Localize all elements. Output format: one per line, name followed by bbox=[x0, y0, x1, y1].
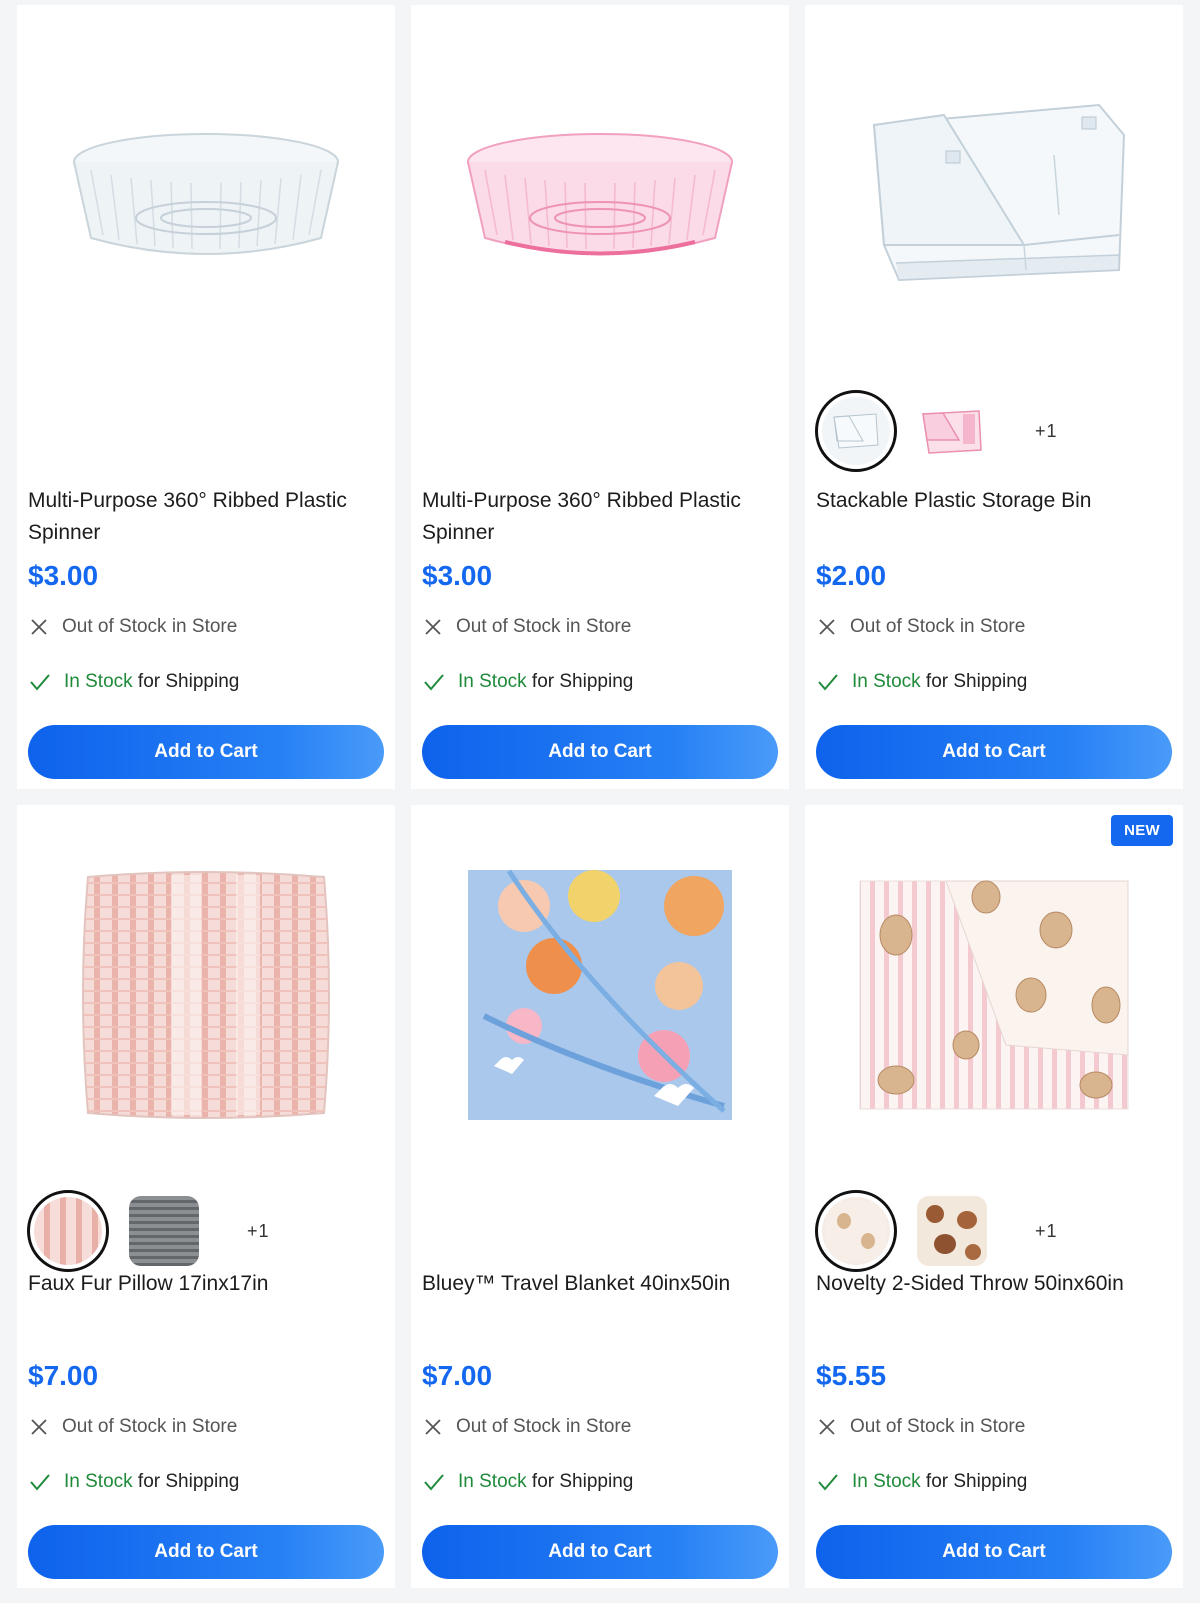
product-price: $5.55 bbox=[816, 1360, 887, 1391]
product-card[interactable]: NEW +1 Novelty 2-Sided Throw 50inx60in $… bbox=[805, 805, 1183, 1588]
in-stock-text: In Stock bbox=[852, 1471, 921, 1492]
shipping-availability: In Stock for Shipping bbox=[30, 1471, 239, 1493]
product-image[interactable] bbox=[17, 805, 395, 1185]
checkmark-icon bbox=[424, 1474, 444, 1491]
gray-plaid-icon bbox=[129, 1196, 199, 1266]
new-badge: NEW bbox=[1111, 815, 1173, 846]
more-swatches-count[interactable]: +1 bbox=[1035, 1221, 1058, 1242]
product-price: $3.00 bbox=[422, 560, 493, 591]
add-to-cart-button[interactable]: Add to Cart bbox=[816, 1525, 1172, 1579]
more-swatches-count[interactable]: +1 bbox=[1035, 421, 1058, 442]
in-stock-text: In Stock bbox=[458, 671, 527, 692]
product-name[interactable]: Multi-Purpose 360° Ribbed Plastic Spinne… bbox=[422, 485, 782, 549]
store-status-text: Out of Stock in Store bbox=[62, 1416, 238, 1437]
x-icon bbox=[31, 1419, 47, 1435]
swatch-bunny-cream[interactable] bbox=[815, 1190, 897, 1272]
product-card[interactable]: Multi-Purpose 360° Ribbed Plastic Spinne… bbox=[411, 5, 789, 789]
store-availability: Out of Stock in Store bbox=[818, 616, 1025, 638]
shipping-availability: In Stock for Shipping bbox=[30, 671, 239, 693]
shipping-text: for Shipping bbox=[526, 1471, 634, 1492]
product-name[interactable]: Bluey™ Travel Blanket 40inx50in bbox=[422, 1268, 782, 1300]
product-card[interactable]: Multi-Purpose 360° Ribbed Plastic Spinne… bbox=[17, 5, 395, 789]
product-image[interactable] bbox=[17, 5, 395, 385]
more-swatches-count[interactable]: +1 bbox=[247, 1221, 270, 1242]
shipping-availability: In Stock for Shipping bbox=[424, 1471, 633, 1493]
product-grid: Multi-Purpose 360° Ribbed Plastic Spinne… bbox=[0, 0, 1200, 1603]
shipping-text: for Shipping bbox=[132, 671, 240, 692]
x-icon bbox=[425, 619, 441, 635]
swatch-pink[interactable] bbox=[911, 390, 993, 472]
shipping-availability: In Stock for Shipping bbox=[818, 1471, 1027, 1493]
x-icon bbox=[31, 619, 47, 635]
product-image[interactable] bbox=[805, 5, 1183, 385]
store-status-text: Out of Stock in Store bbox=[850, 616, 1026, 637]
bunny-brown-icon bbox=[917, 1196, 987, 1266]
pink-bin-icon bbox=[917, 396, 987, 466]
pink-stripe-icon bbox=[34, 1197, 102, 1265]
checkmark-icon bbox=[30, 1474, 50, 1491]
product-name[interactable]: Multi-Purpose 360° Ribbed Plastic Spinne… bbox=[28, 485, 388, 549]
x-icon bbox=[425, 1419, 441, 1435]
bunny-cream-icon bbox=[822, 1197, 890, 1265]
product-price: $7.00 bbox=[422, 1360, 493, 1391]
add-to-cart-button[interactable]: Add to Cart bbox=[28, 1525, 384, 1579]
product-name[interactable]: Stackable Plastic Storage Bin bbox=[816, 485, 1176, 517]
product-name[interactable]: Faux Fur Pillow 17inx17in bbox=[28, 1268, 388, 1300]
add-to-cart-button[interactable]: Add to Cart bbox=[28, 725, 384, 779]
product-card[interactable]: Bluey™ Travel Blanket 40inx50in $7.00 Ou… bbox=[411, 805, 789, 1588]
in-stock-text: In Stock bbox=[458, 1471, 527, 1492]
product-price: $2.00 bbox=[816, 560, 887, 591]
store-availability: Out of Stock in Store bbox=[30, 1416, 237, 1438]
color-swatches: +1 bbox=[27, 1190, 270, 1272]
store-availability: Out of Stock in Store bbox=[424, 616, 631, 638]
swatch-pink-stripe[interactable] bbox=[27, 1190, 109, 1272]
shipping-text: for Shipping bbox=[526, 671, 634, 692]
product-card[interactable]: +1 Faux Fur Pillow 17inx17in $7.00 Out o… bbox=[17, 805, 395, 1588]
clear-bin-icon bbox=[822, 397, 890, 465]
in-stock-text: In Stock bbox=[64, 671, 133, 692]
color-swatches: +1 bbox=[815, 390, 1058, 472]
product-price: $3.00 bbox=[28, 560, 99, 591]
checkmark-icon bbox=[818, 1474, 838, 1491]
add-to-cart-button[interactable]: Add to Cart bbox=[816, 725, 1172, 779]
in-stock-text: In Stock bbox=[64, 1471, 133, 1492]
shipping-text: for Shipping bbox=[920, 1471, 1028, 1492]
product-image[interactable] bbox=[411, 805, 789, 1185]
store-status-text: Out of Stock in Store bbox=[850, 1416, 1026, 1437]
product-card[interactable]: +1 Stackable Plastic Storage Bin $2.00 O… bbox=[805, 5, 1183, 789]
product-image[interactable] bbox=[805, 805, 1183, 1185]
shipping-text: for Shipping bbox=[132, 1471, 240, 1492]
color-swatches: +1 bbox=[815, 1190, 1058, 1272]
shipping-text: for Shipping bbox=[920, 671, 1028, 692]
swatch-bunny-brown[interactable] bbox=[911, 1190, 993, 1272]
product-name[interactable]: Novelty 2-Sided Throw 50inx60in bbox=[816, 1268, 1176, 1300]
checkmark-icon bbox=[818, 674, 838, 691]
swatch-gray-plaid[interactable] bbox=[123, 1190, 205, 1272]
product-price: $7.00 bbox=[28, 1360, 99, 1391]
product-image[interactable] bbox=[411, 5, 789, 385]
store-status-text: Out of Stock in Store bbox=[456, 616, 632, 637]
add-to-cart-button[interactable]: Add to Cart bbox=[422, 1525, 778, 1579]
checkmark-icon bbox=[30, 674, 50, 691]
store-availability: Out of Stock in Store bbox=[424, 1416, 631, 1438]
shipping-availability: In Stock for Shipping bbox=[424, 671, 633, 693]
swatch-clear[interactable] bbox=[815, 390, 897, 472]
store-availability: Out of Stock in Store bbox=[818, 1416, 1025, 1438]
store-status-text: Out of Stock in Store bbox=[62, 616, 238, 637]
store-status-text: Out of Stock in Store bbox=[456, 1416, 632, 1437]
in-stock-text: In Stock bbox=[852, 671, 921, 692]
shipping-availability: In Stock for Shipping bbox=[818, 671, 1027, 693]
x-icon bbox=[819, 1419, 835, 1435]
store-availability: Out of Stock in Store bbox=[30, 616, 237, 638]
checkmark-icon bbox=[424, 674, 444, 691]
add-to-cart-button[interactable]: Add to Cart bbox=[422, 725, 778, 779]
x-icon bbox=[819, 619, 835, 635]
